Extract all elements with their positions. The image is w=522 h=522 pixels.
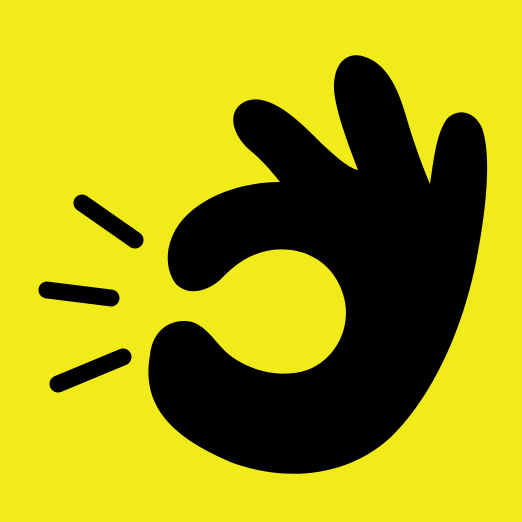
emphasis-line-middle [38, 281, 120, 307]
ok-hand-gesture-icon [0, 0, 522, 522]
icon-canvas [0, 0, 522, 522]
